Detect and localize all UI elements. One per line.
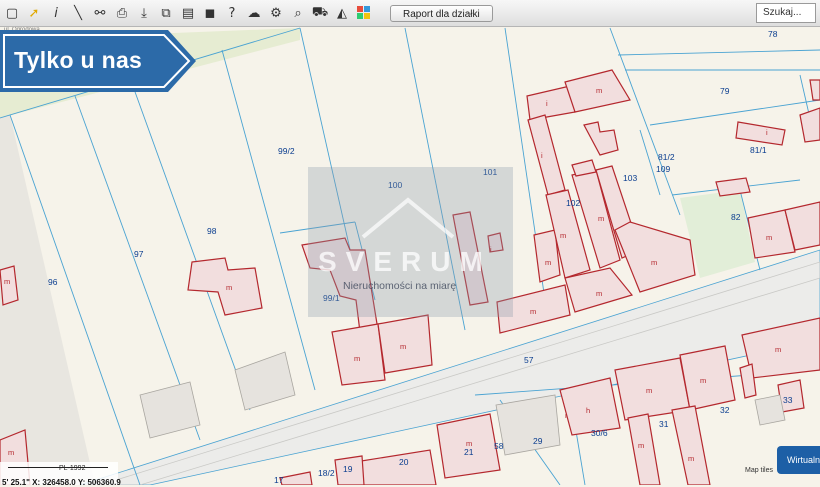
cart-icon[interactable]: ⛟ xyxy=(310,3,330,23)
report-button[interactable]: Raport dla działki xyxy=(390,4,493,22)
parcel-label: 96 xyxy=(48,277,58,287)
search-input[interactable]: Szukaj... xyxy=(756,3,816,23)
parcel-label: 21 xyxy=(464,447,474,457)
watermark-box xyxy=(308,167,513,317)
building-code: m xyxy=(638,441,644,450)
parcel-label: 19 xyxy=(343,464,353,474)
street-view-icon[interactable]: ◭ xyxy=(332,3,352,23)
layers-icon[interactable] xyxy=(354,3,374,23)
building-code: m xyxy=(466,439,472,448)
building-code: m xyxy=(651,258,657,267)
parcel-label: 29 xyxy=(533,436,543,446)
coordinates-readout: 5' 25.1" X: 326458.0 Y: 506360.9 xyxy=(2,478,121,487)
parcel-label: 98 xyxy=(207,226,217,236)
watermark-house-icon xyxy=(361,197,455,239)
building-code: m xyxy=(8,448,14,457)
parcel-label: 31 xyxy=(659,419,669,429)
parcel-label: 81/1 xyxy=(750,145,767,155)
building-code: m xyxy=(560,231,566,240)
question-icon[interactable]: ? xyxy=(222,3,242,23)
link-icon[interactable]: ⚯ xyxy=(90,3,110,23)
zoom-icon[interactable]: ⌕ xyxy=(288,3,308,23)
parcel-label: 82 xyxy=(731,212,741,222)
measure-line-icon[interactable]: ╲ xyxy=(68,3,88,23)
pointer-icon[interactable]: ➚ xyxy=(24,3,44,23)
building-code: m xyxy=(688,454,694,463)
virtual-tour-button[interactable]: Wirtualn xyxy=(777,446,820,474)
parcel-label: 79 xyxy=(720,86,730,96)
parcel-label: 58 xyxy=(494,441,504,451)
building-code: m xyxy=(226,283,232,292)
parcel-label: 78 xyxy=(768,29,778,39)
parcel-label: 102 xyxy=(566,198,580,208)
building-code: m xyxy=(596,86,602,95)
building-code: m xyxy=(4,277,10,286)
scale-line xyxy=(8,467,108,468)
building-code: m xyxy=(545,258,551,267)
parcel-label: 109 xyxy=(656,164,670,174)
crs-label: PL-1992 xyxy=(59,465,86,472)
info-icon[interactable]: i xyxy=(46,3,66,23)
export-icon[interactable]: ⧉ xyxy=(156,3,176,23)
building-code: m xyxy=(596,289,602,298)
parcel-label: 97 xyxy=(134,249,144,259)
building-code: m xyxy=(354,354,360,363)
building-code: m xyxy=(766,233,772,242)
parcel-label: 20 xyxy=(399,457,409,467)
parcel-label: 30/6 xyxy=(591,428,608,438)
promo-badge-label: Tylko u nas xyxy=(14,47,143,73)
parcel-label: 57 xyxy=(524,355,534,365)
parcel-label: 33 xyxy=(783,395,793,405)
layout-icon[interactable]: ▤ xyxy=(178,3,198,23)
building-code: m xyxy=(775,345,781,354)
building-code: h xyxy=(586,406,590,415)
toolbar: ▢ ➚ i ╲ ⚯ ⎙ ⤓ ⧉ ▤ ◼ ? ☁ ⚙ ⌕ ⛟ ◭ Raport d… xyxy=(0,0,820,27)
cloud-icon[interactable]: ☁ xyxy=(244,3,264,23)
print-icon[interactable]: ⎙ xyxy=(112,3,132,23)
building-code: m xyxy=(700,376,706,385)
parcel-label: 99/2 xyxy=(278,146,295,156)
parcel-label: 17 xyxy=(274,475,284,485)
building-code: m xyxy=(646,386,652,395)
parcel-label: 103 xyxy=(623,173,637,183)
building-code: m xyxy=(400,342,406,351)
building-code: m xyxy=(598,214,604,223)
parcel-label: 18/2 xyxy=(318,468,335,478)
map-attribution: Map tiles xyxy=(745,467,774,474)
comment-icon[interactable]: ◼ xyxy=(200,3,220,23)
watermark-name: SVERUM xyxy=(318,246,492,277)
download-icon[interactable]: ⤓ xyxy=(134,3,154,23)
parcel-label: 81/2 xyxy=(658,152,675,162)
select-icon[interactable]: ▢ xyxy=(2,3,22,23)
settings-icon[interactable]: ⚙ xyxy=(266,3,286,23)
building-code: m xyxy=(530,307,536,316)
parcel-label: 32 xyxy=(720,405,730,415)
watermark-tagline: Nieruchomości na miarę xyxy=(343,280,457,292)
